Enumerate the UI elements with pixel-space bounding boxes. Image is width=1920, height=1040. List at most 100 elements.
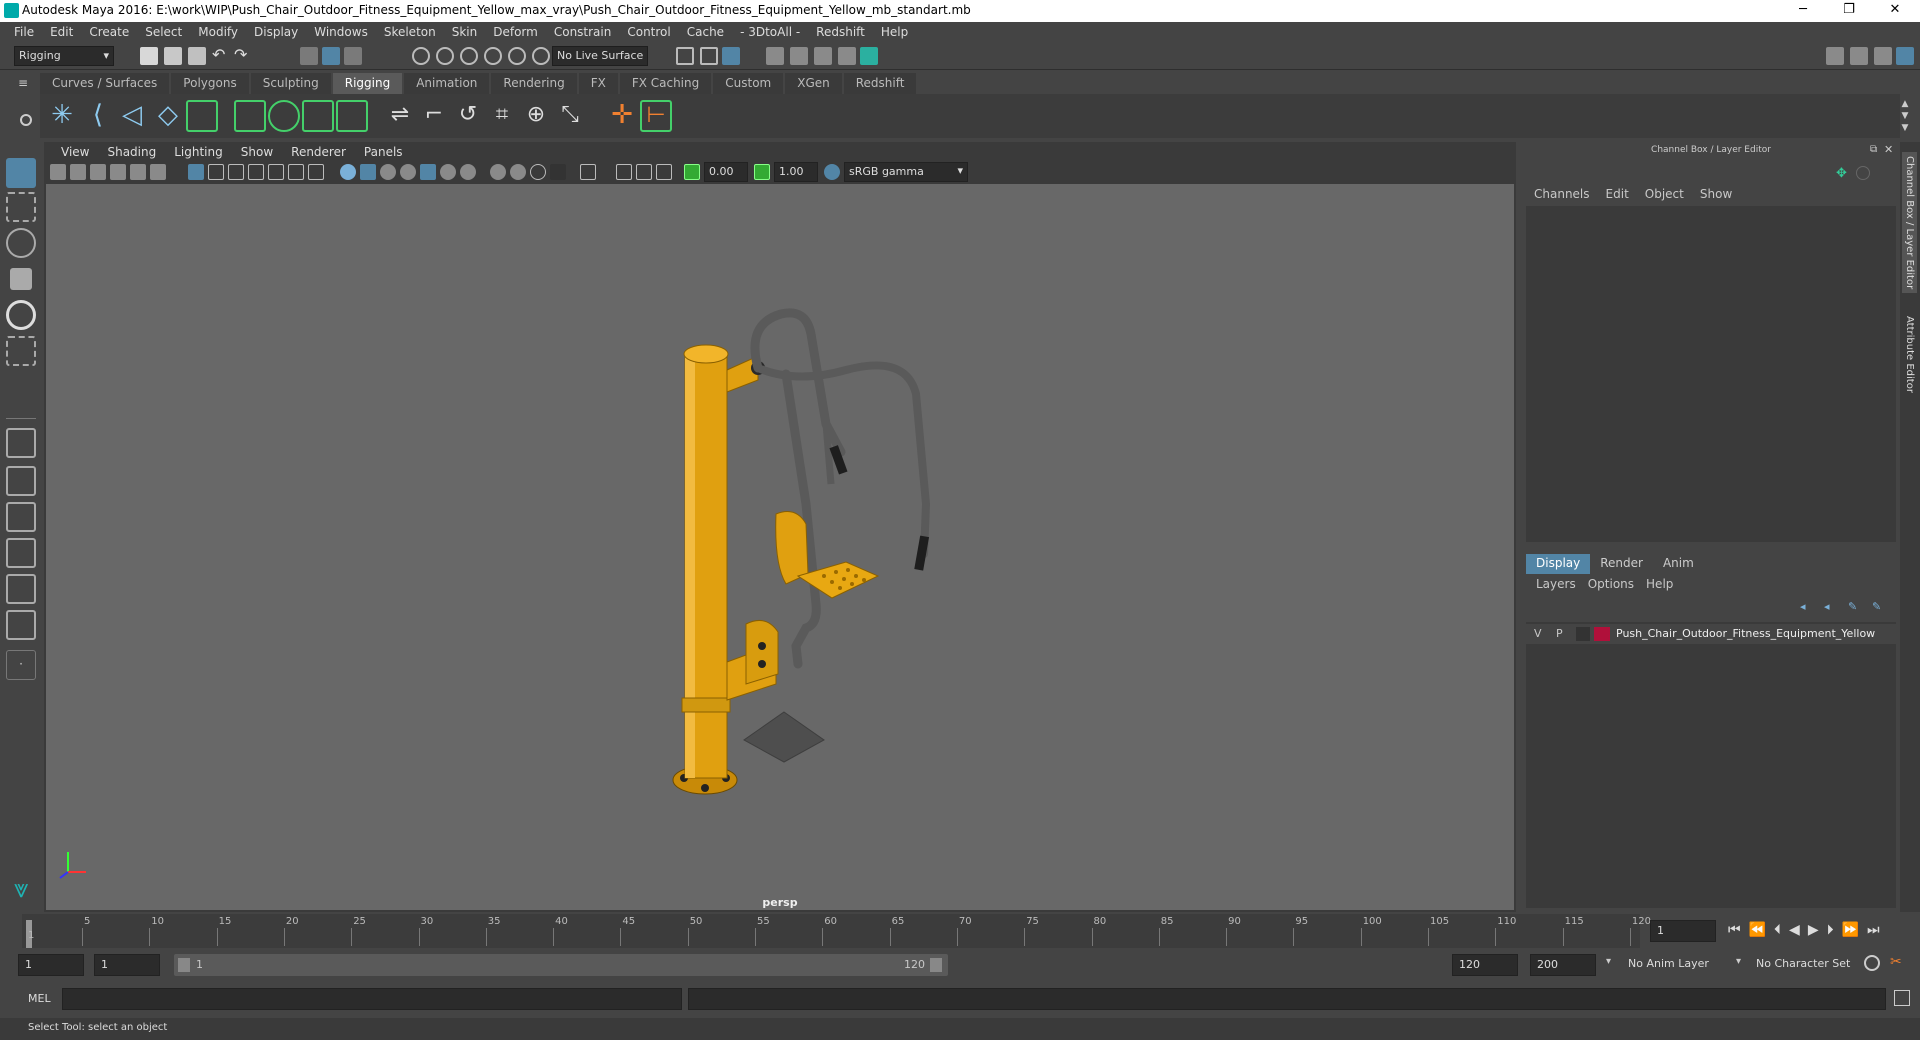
menu-channels[interactable]: Channels: [1526, 187, 1598, 201]
xray-icon[interactable]: [460, 164, 476, 180]
make-live-icon[interactable]: [532, 47, 550, 65]
range-slider[interactable]: 1 120: [174, 954, 948, 976]
menu-help[interactable]: Help: [873, 25, 916, 39]
menu-file[interactable]: File: [6, 25, 42, 39]
snap-grid-icon[interactable]: [412, 47, 430, 65]
outliner-persp-layout-icon[interactable]: [6, 610, 36, 640]
speed-icon[interactable]: [1856, 166, 1870, 180]
snap-point-icon[interactable]: [460, 47, 478, 65]
bind-skin-icon[interactable]: [234, 100, 266, 132]
lattice-icon[interactable]: [302, 100, 334, 132]
viewport-menu-view[interactable]: View: [52, 145, 98, 159]
tab-animation[interactable]: Animation: [404, 73, 490, 94]
move-layer-down-icon[interactable]: ◂: [1824, 600, 1838, 614]
menu-display[interactable]: Display: [246, 25, 306, 39]
step-back-key-icon[interactable]: ⏴: [1774, 922, 1789, 938]
select-tool-icon[interactable]: [6, 158, 36, 188]
color-management-icon[interactable]: [824, 164, 840, 180]
menu-modify[interactable]: Modify: [190, 25, 246, 39]
anim-layer-dropdown[interactable]: No Anim Layer: [1622, 954, 1742, 976]
layer-visibility-toggle[interactable]: V: [1534, 627, 1542, 640]
resolution-gate-icon[interactable]: [228, 164, 244, 180]
go-to-end-icon[interactable]: ⏭: [1867, 922, 1888, 938]
tab-fx[interactable]: FX: [578, 73, 618, 94]
paint-weights-icon[interactable]: ⇌: [384, 100, 416, 132]
smooth-skin-icon[interactable]: [268, 100, 300, 132]
rotate-tool-icon[interactable]: [6, 300, 36, 330]
chevron-down-icon[interactable]: ▾: [1736, 956, 1741, 967]
gamma-icon[interactable]: [754, 164, 770, 180]
lasso-tool-icon[interactable]: [6, 192, 36, 222]
menu-cb-edit[interactable]: Edit: [1598, 187, 1637, 201]
ipr-render-icon[interactable]: [814, 47, 832, 65]
live-surface-field[interactable]: No Live Surface: [552, 46, 648, 66]
viewport-menu-panels[interactable]: Panels: [355, 145, 412, 159]
menu-layer-help[interactable]: Help: [1640, 577, 1679, 591]
step-forward-key-icon[interactable]: ⏵: [1827, 922, 1842, 938]
bend-deformer-icon[interactable]: ⤡: [554, 100, 586, 132]
tab-anim[interactable]: Anim: [1653, 554, 1704, 574]
shelf-scroll-icon[interactable]: ▲ ▼ ▼: [1898, 98, 1912, 134]
go-to-start-icon[interactable]: ⏮: [1728, 922, 1749, 938]
menu-cb-show[interactable]: Show: [1692, 187, 1740, 201]
persp-graph-layout-icon[interactable]: [6, 538, 36, 568]
smooth-shade-icon[interactable]: [360, 164, 376, 180]
hypershade-icon[interactable]: [860, 47, 878, 65]
close-button[interactable]: ✕: [1872, 0, 1918, 22]
open-scene-icon[interactable]: [164, 47, 182, 65]
menu-options[interactable]: Options: [1582, 577, 1640, 591]
menu-create[interactable]: Create: [81, 25, 137, 39]
new-scene-icon[interactable]: [140, 47, 158, 65]
restore-button[interactable]: ❐: [1826, 0, 1872, 22]
shelf-settings-icon[interactable]: [20, 114, 32, 126]
more-layouts-icon[interactable]: ·: [6, 650, 36, 680]
step-back-icon[interactable]: ⏪: [1749, 922, 1774, 938]
render-settings-icon[interactable]: [838, 47, 856, 65]
animation-prefs-icon[interactable]: ✂: [1890, 954, 1902, 970]
character-set-dropdown[interactable]: No Character Set: [1750, 954, 1870, 976]
3d-viewport[interactable]: persp: [46, 184, 1514, 910]
tab-polygons[interactable]: Polygons: [171, 73, 249, 94]
safe-title-icon[interactable]: [308, 164, 324, 180]
orient-joint-icon[interactable]: ⌐: [418, 100, 450, 132]
ik-handle-icon[interactable]: ⟨: [82, 100, 114, 132]
use-all-lights-icon[interactable]: [420, 164, 436, 180]
menu-redshift[interactable]: Redshift: [808, 25, 873, 39]
select-by-hierarchy-icon[interactable]: [300, 47, 318, 65]
grid-toggle-icon[interactable]: [188, 164, 204, 180]
redo-icon[interactable]: ↷: [234, 47, 252, 65]
camera-attributes-icon[interactable]: [70, 164, 86, 180]
gate-mask-icon[interactable]: [248, 164, 264, 180]
cluster-icon[interactable]: [336, 100, 368, 132]
construction-history-icon[interactable]: [722, 47, 740, 65]
locator-icon[interactable]: ↺: [452, 100, 484, 132]
mode-selector[interactable]: Rigging ▾: [14, 46, 114, 66]
joint-tool-icon[interactable]: ✳: [46, 100, 78, 132]
menu-control[interactable]: Control: [619, 25, 678, 39]
menu-skin[interactable]: Skin: [444, 25, 486, 39]
bookmark-icon[interactable]: [90, 164, 106, 180]
menu-skeleton[interactable]: Skeleton: [376, 25, 444, 39]
gamma-field[interactable]: 1.00: [774, 162, 818, 182]
scale-tool-icon[interactable]: [6, 336, 36, 366]
sculpt-deformer-icon[interactable]: ⊕: [520, 100, 552, 132]
current-frame-field[interactable]: 1: [1650, 920, 1716, 942]
range-end-handle[interactable]: [930, 958, 942, 972]
play-backward-icon[interactable]: ◀: [1789, 922, 1808, 938]
tab-sculpting[interactable]: Sculpting: [250, 73, 331, 94]
viewport-menu-lighting[interactable]: Lighting: [165, 145, 232, 159]
menu-3dtoall[interactable]: - 3DtoAll -: [732, 25, 808, 39]
camera-select-icon[interactable]: [50, 164, 66, 180]
tab-display[interactable]: Display: [1526, 554, 1591, 574]
viewport-menu-renderer[interactable]: Renderer: [282, 145, 355, 159]
tab-rigging[interactable]: Rigging: [332, 73, 403, 94]
xray-active-icon[interactable]: [636, 164, 652, 180]
layer-color-swatch[interactable]: [1594, 627, 1610, 641]
paint-select-tool-icon[interactable]: [6, 228, 36, 258]
tab-channel-box-layer-editor[interactable]: Channel Box / Layer Editor: [1902, 152, 1917, 294]
tab-xgen[interactable]: XGen: [785, 73, 842, 94]
move-tool-icon[interactable]: [10, 268, 32, 290]
exposure-icon[interactable]: [684, 164, 700, 180]
motion-blur-icon[interactable]: [510, 164, 526, 180]
snap-view-plane-icon[interactable]: [508, 47, 526, 65]
